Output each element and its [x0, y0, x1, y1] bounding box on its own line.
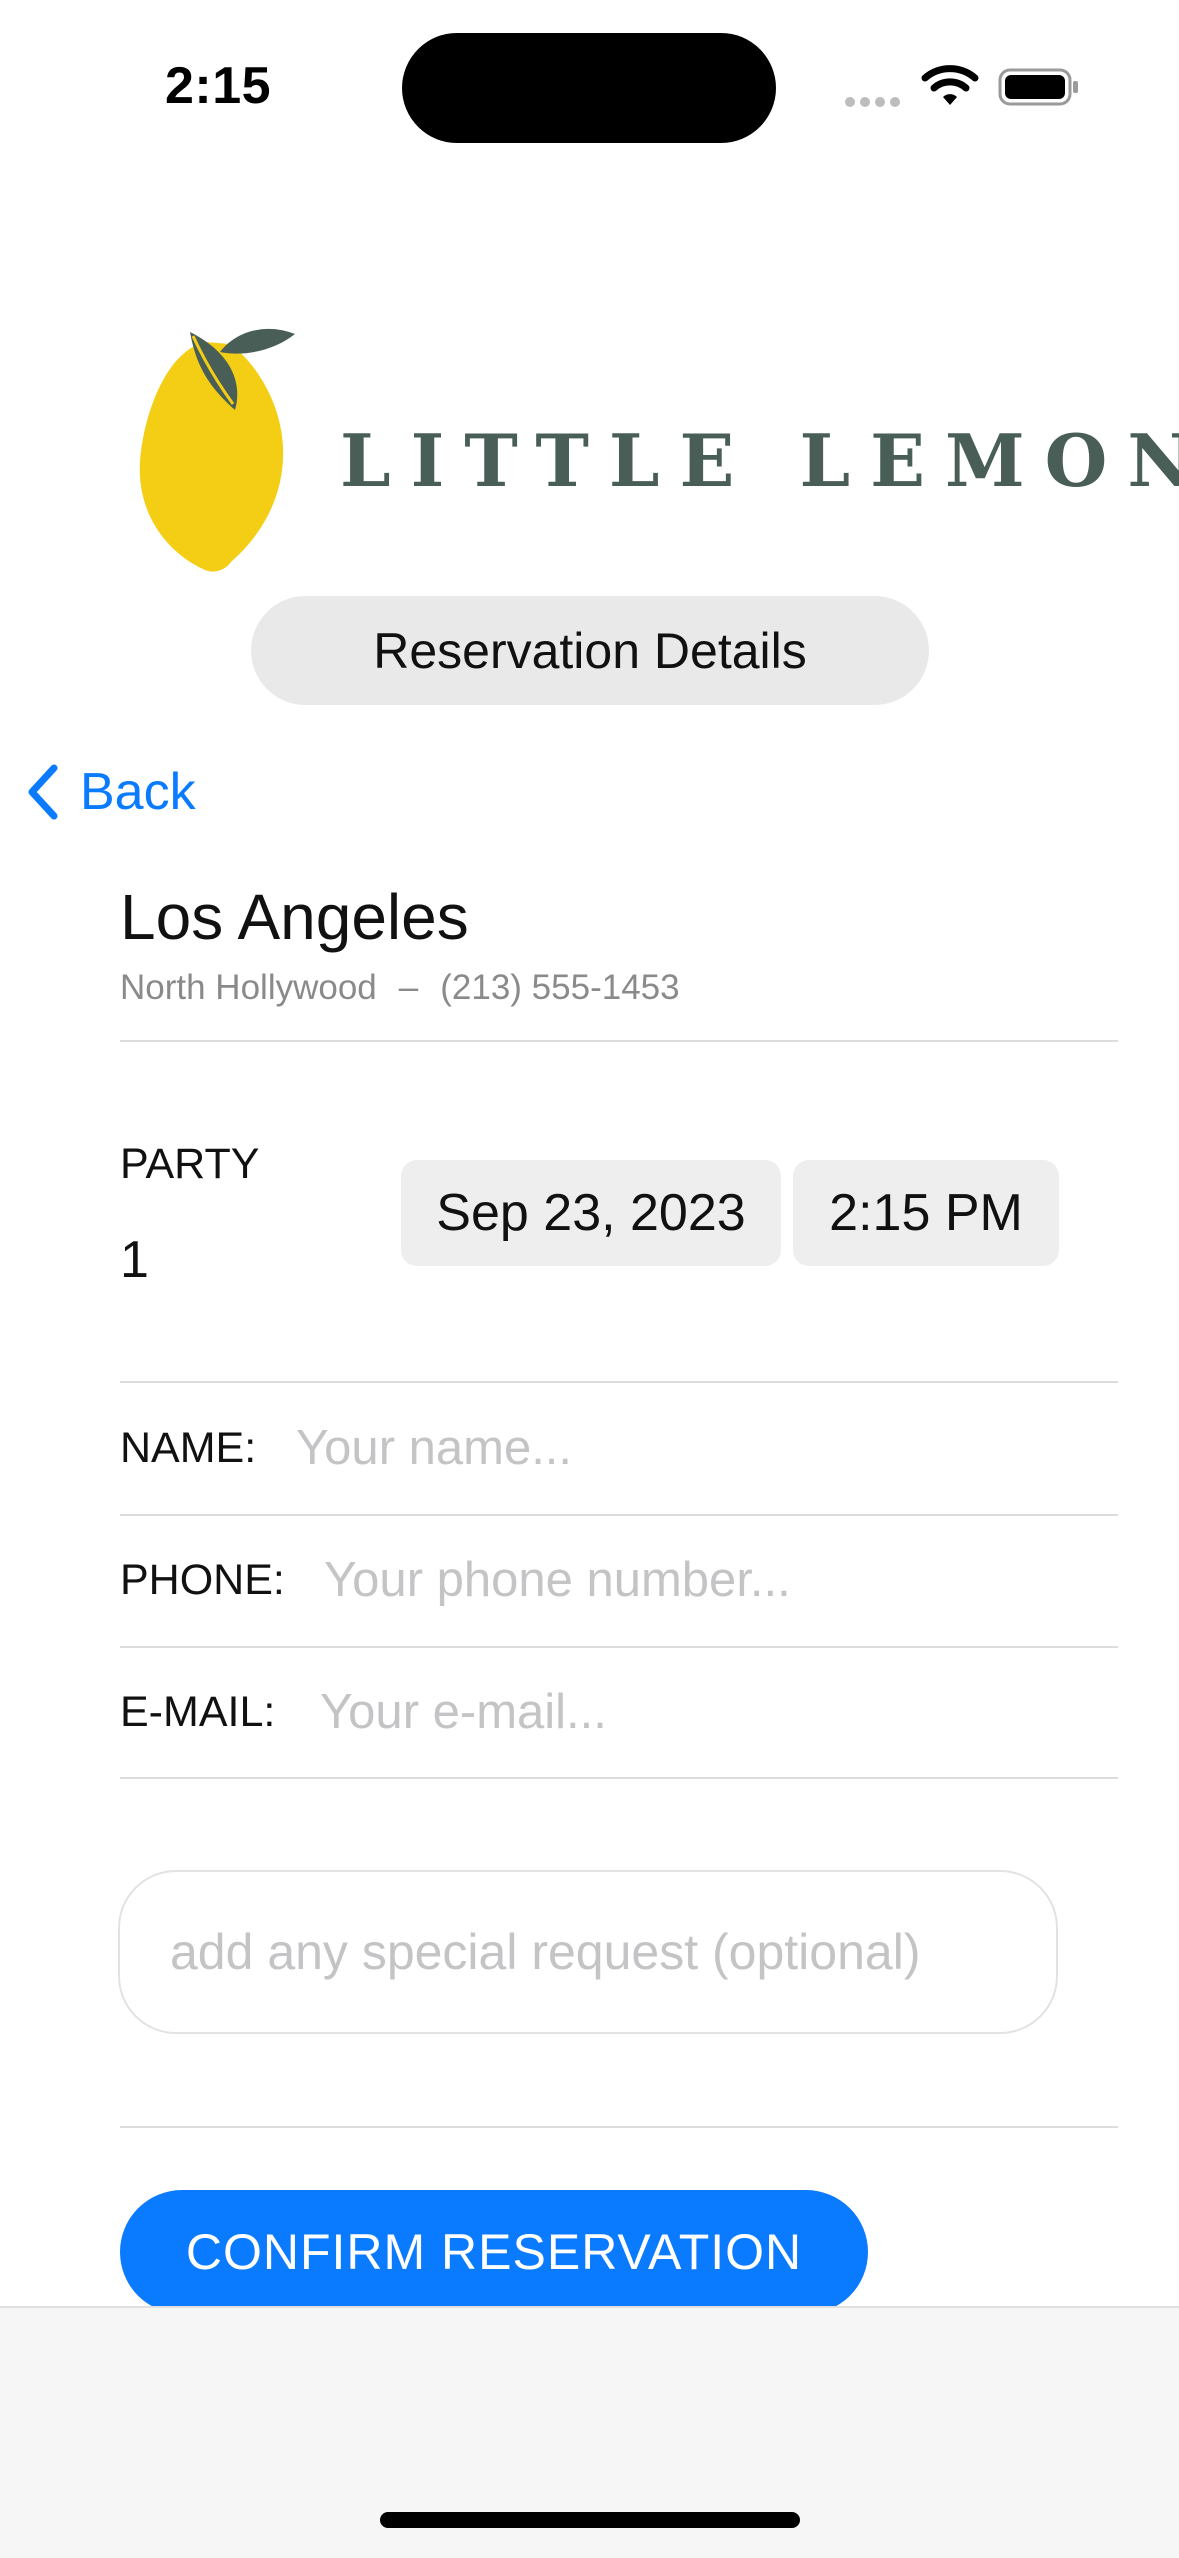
back-button[interactable]: Back: [26, 762, 196, 822]
name-label: NAME:: [120, 1424, 257, 1472]
divider: [120, 1381, 1118, 1383]
wifi-icon: [921, 65, 979, 105]
special-request-field[interactable]: [170, 1923, 1030, 1981]
home-indicator[interactable]: [380, 2512, 800, 2528]
location-phone: (213) 555-1453: [440, 968, 680, 1007]
divider: [120, 1040, 1118, 1042]
location-details: North Hollywood – (213) 555-1453: [120, 968, 680, 1008]
divider: [120, 2126, 1118, 2128]
lemon-logo-icon: [139, 328, 295, 572]
battery-icon: [998, 68, 1078, 106]
divider: [120, 1646, 1118, 1648]
back-label: Back: [80, 763, 196, 821]
date-picker[interactable]: Sep 23, 2023: [401, 1160, 781, 1266]
brand-name: LITTLE LEMON: [340, 418, 1179, 503]
location-city: Los Angeles: [120, 881, 469, 953]
divider: [120, 1777, 1118, 1779]
email-field[interactable]: [320, 1684, 1020, 1740]
name-field[interactable]: [296, 1420, 996, 1476]
time-picker[interactable]: 2:15 PM: [793, 1160, 1059, 1266]
cellular-signal-icon: [845, 94, 905, 112]
dynamic-island: [402, 33, 776, 143]
location-separator: –: [398, 968, 419, 1007]
phone-field[interactable]: [324, 1552, 1024, 1608]
party-size-stepper[interactable]: 1: [120, 1230, 149, 1290]
divider: [120, 1514, 1118, 1516]
page-title: Reservation Details: [251, 596, 929, 705]
phone-label: PHONE:: [120, 1556, 285, 1604]
party-label: PARTY: [120, 1140, 260, 1188]
status-bar-time: 2:15: [165, 57, 272, 115]
chevron-left-icon: [28, 764, 58, 820]
location-neighborhood: North Hollywood: [120, 968, 377, 1007]
email-label: E-MAIL:: [120, 1688, 276, 1736]
confirm-reservation-button[interactable]: CONFIRM RESERVATION: [120, 2190, 868, 2314]
special-request-container: [118, 1870, 1058, 2034]
